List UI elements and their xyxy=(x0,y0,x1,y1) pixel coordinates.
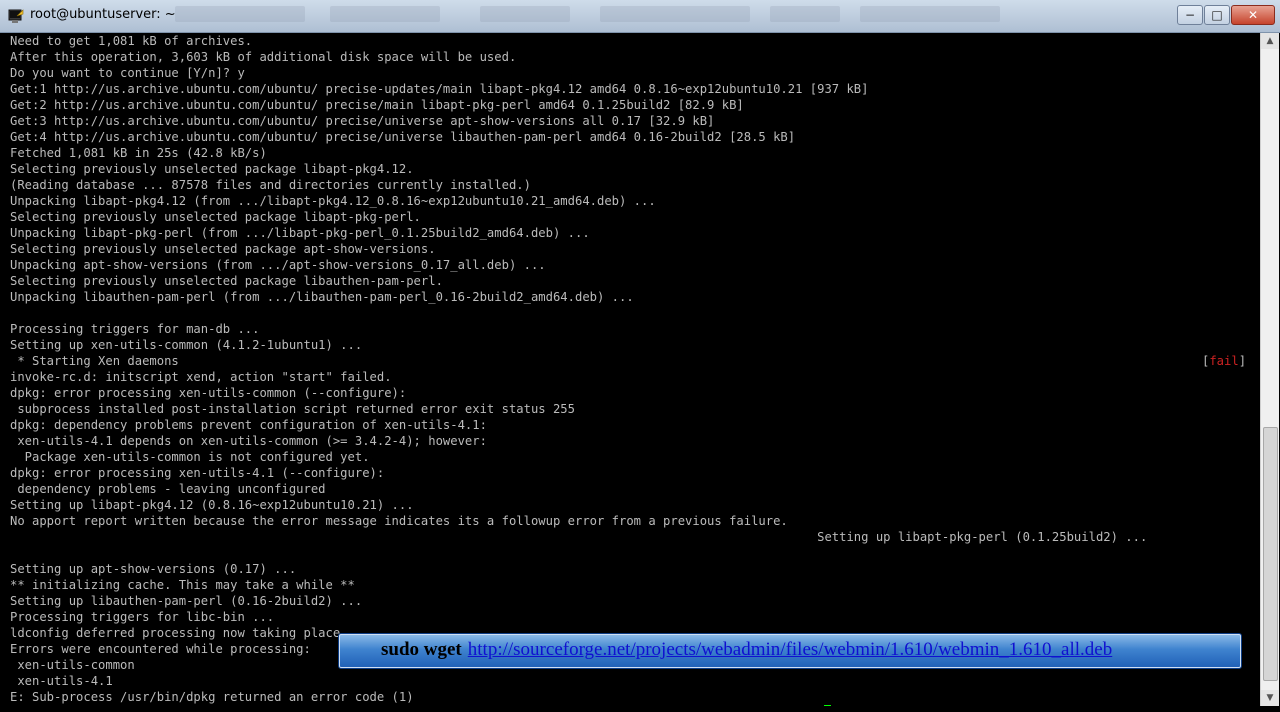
terminal-line: ** initializing cache. This may take a w… xyxy=(10,578,355,592)
command-overlay-banner: sudo wget http://sourceforge.net/projects… xyxy=(338,633,1242,669)
terminal-line: Unpacking libauthen-pam-perl (from .../l… xyxy=(10,290,634,304)
terminal-line: * Starting Xen daemons xyxy=(10,354,179,368)
banner-download-link[interactable]: http://sourceforge.net/projects/webadmin… xyxy=(468,639,1112,660)
window-title: root@ubuntuserver: ~ xyxy=(30,7,176,22)
terminal-line: Processing triggers for libc-bin ... xyxy=(10,610,275,624)
vertical-scrollbar[interactable]: ▲ ▼ xyxy=(1260,33,1279,706)
title-bar[interactable]: root@ubuntuserver: ~ − □ ✕ xyxy=(0,0,1280,33)
terminal-line: Unpacking apt-show-versions (from .../ap… xyxy=(10,258,546,272)
background-tab-ghost xyxy=(770,6,840,22)
text-cursor xyxy=(824,705,832,706)
terminal-line: dpkg: dependency problems prevent config… xyxy=(10,418,487,432)
terminal-line: Setting up xen-utils-common (4.1.2-1ubun… xyxy=(10,338,363,352)
terminal-line: Need to get 1,081 kB of archives. xyxy=(10,34,253,48)
command-prompt-line[interactable]: root@ubuntuserver:~# sudo wget http://so… xyxy=(10,705,1147,706)
terminal-line: Fetched 1,081 kB in 25s (42.8 kB/s) xyxy=(10,146,267,160)
scroll-down-arrow-icon[interactable]: ▼ xyxy=(1261,690,1279,706)
terminal-line: Selecting previously unselected package … xyxy=(10,242,436,256)
minimize-icon: − xyxy=(1184,8,1196,22)
terminal-line: Setting up apt-show-versions (0.17) ... xyxy=(10,562,297,576)
close-button[interactable]: ✕ xyxy=(1231,5,1275,25)
terminal-line: subprocess installed post-installation s… xyxy=(10,402,575,416)
scrollbar-thumb[interactable] xyxy=(1263,427,1278,681)
terminal-line: Unpacking libapt-pkg-perl (from .../liba… xyxy=(10,226,590,240)
background-tab-ghost xyxy=(330,6,440,22)
terminal-lines: Need to get 1,081 kB of archives. After t… xyxy=(10,33,1147,706)
terminal-output[interactable]: Need to get 1,081 kB of archives. After t… xyxy=(6,33,1260,706)
terminal-line: invoke-rc.d: initscript xend, action "st… xyxy=(10,370,392,384)
terminal-line: Setting up libauthen-pam-perl (0.16-2bui… xyxy=(10,594,363,608)
background-tab-ghost xyxy=(860,6,1000,22)
terminal-line: No apport report written because the err… xyxy=(10,514,788,528)
terminal-line: Selecting previously unselected package … xyxy=(10,210,421,224)
terminal-line: Get:3 http://us.archive.ubuntu.com/ubunt… xyxy=(10,114,715,128)
terminal-line: Unpacking libapt-pkg4.12 (from .../libap… xyxy=(10,194,656,208)
close-icon: ✕ xyxy=(1247,8,1259,22)
background-tab-ghost xyxy=(600,6,750,22)
terminal-line: dpkg: error processing xen-utils-4.1 (--… xyxy=(10,466,385,480)
terminal-line: Selecting previously unselected package … xyxy=(10,162,414,176)
maximize-icon: □ xyxy=(1211,8,1223,22)
terminal-line: E: Sub-process /usr/bin/dpkg returned an… xyxy=(10,690,414,704)
terminal-line: Package xen-utils-common is not configur… xyxy=(10,450,370,464)
terminal-line: Get:4 http://us.archive.ubuntu.com/ubunt… xyxy=(10,130,796,144)
terminal-line: Selecting previously unselected package … xyxy=(10,274,443,288)
fail-status-tag: [fail] xyxy=(1202,353,1246,369)
putty-terminal-icon xyxy=(8,9,24,23)
terminal-line: Do you want to continue [Y/n]? y xyxy=(10,66,245,80)
terminal-line: Setting up libapt-pkg-perl (0.1.25build2… xyxy=(10,530,1148,544)
terminal-line: dependency problems - leaving unconfigur… xyxy=(10,482,326,496)
maximize-button[interactable]: □ xyxy=(1204,5,1230,25)
terminal-line: xen-utils-4.1 depends on xen-utils-commo… xyxy=(10,434,487,448)
terminal-line: (Reading database ... 87578 files and di… xyxy=(10,178,531,192)
terminal-line: Get:2 http://us.archive.ubuntu.com/ubunt… xyxy=(10,98,744,112)
terminal-line: After this operation, 3,603 kB of additi… xyxy=(10,50,517,64)
terminal-line: dpkg: error processing xen-utils-common … xyxy=(10,386,407,400)
terminal-line: Get:1 http://us.archive.ubuntu.com/ubunt… xyxy=(10,82,869,96)
terminal-line: xen-utils-4.1 xyxy=(10,674,113,688)
minimize-button[interactable]: − xyxy=(1177,5,1203,25)
terminal-line: Processing triggers for man-db ... xyxy=(10,322,260,336)
fail-word: fail xyxy=(1209,354,1239,368)
scroll-up-arrow-icon[interactable]: ▲ xyxy=(1261,33,1279,49)
banner-command: sudo wget xyxy=(381,639,462,660)
terminal-line: Setting up libapt-pkg4.12 (0.8.16~exp12u… xyxy=(10,498,414,512)
fail-bracket-close: ] xyxy=(1238,354,1247,368)
background-tab-ghost xyxy=(480,6,570,22)
background-tab-ghost xyxy=(175,6,305,22)
putty-window: root@ubuntuserver: ~ − □ ✕ Need to get 1… xyxy=(0,0,1280,712)
